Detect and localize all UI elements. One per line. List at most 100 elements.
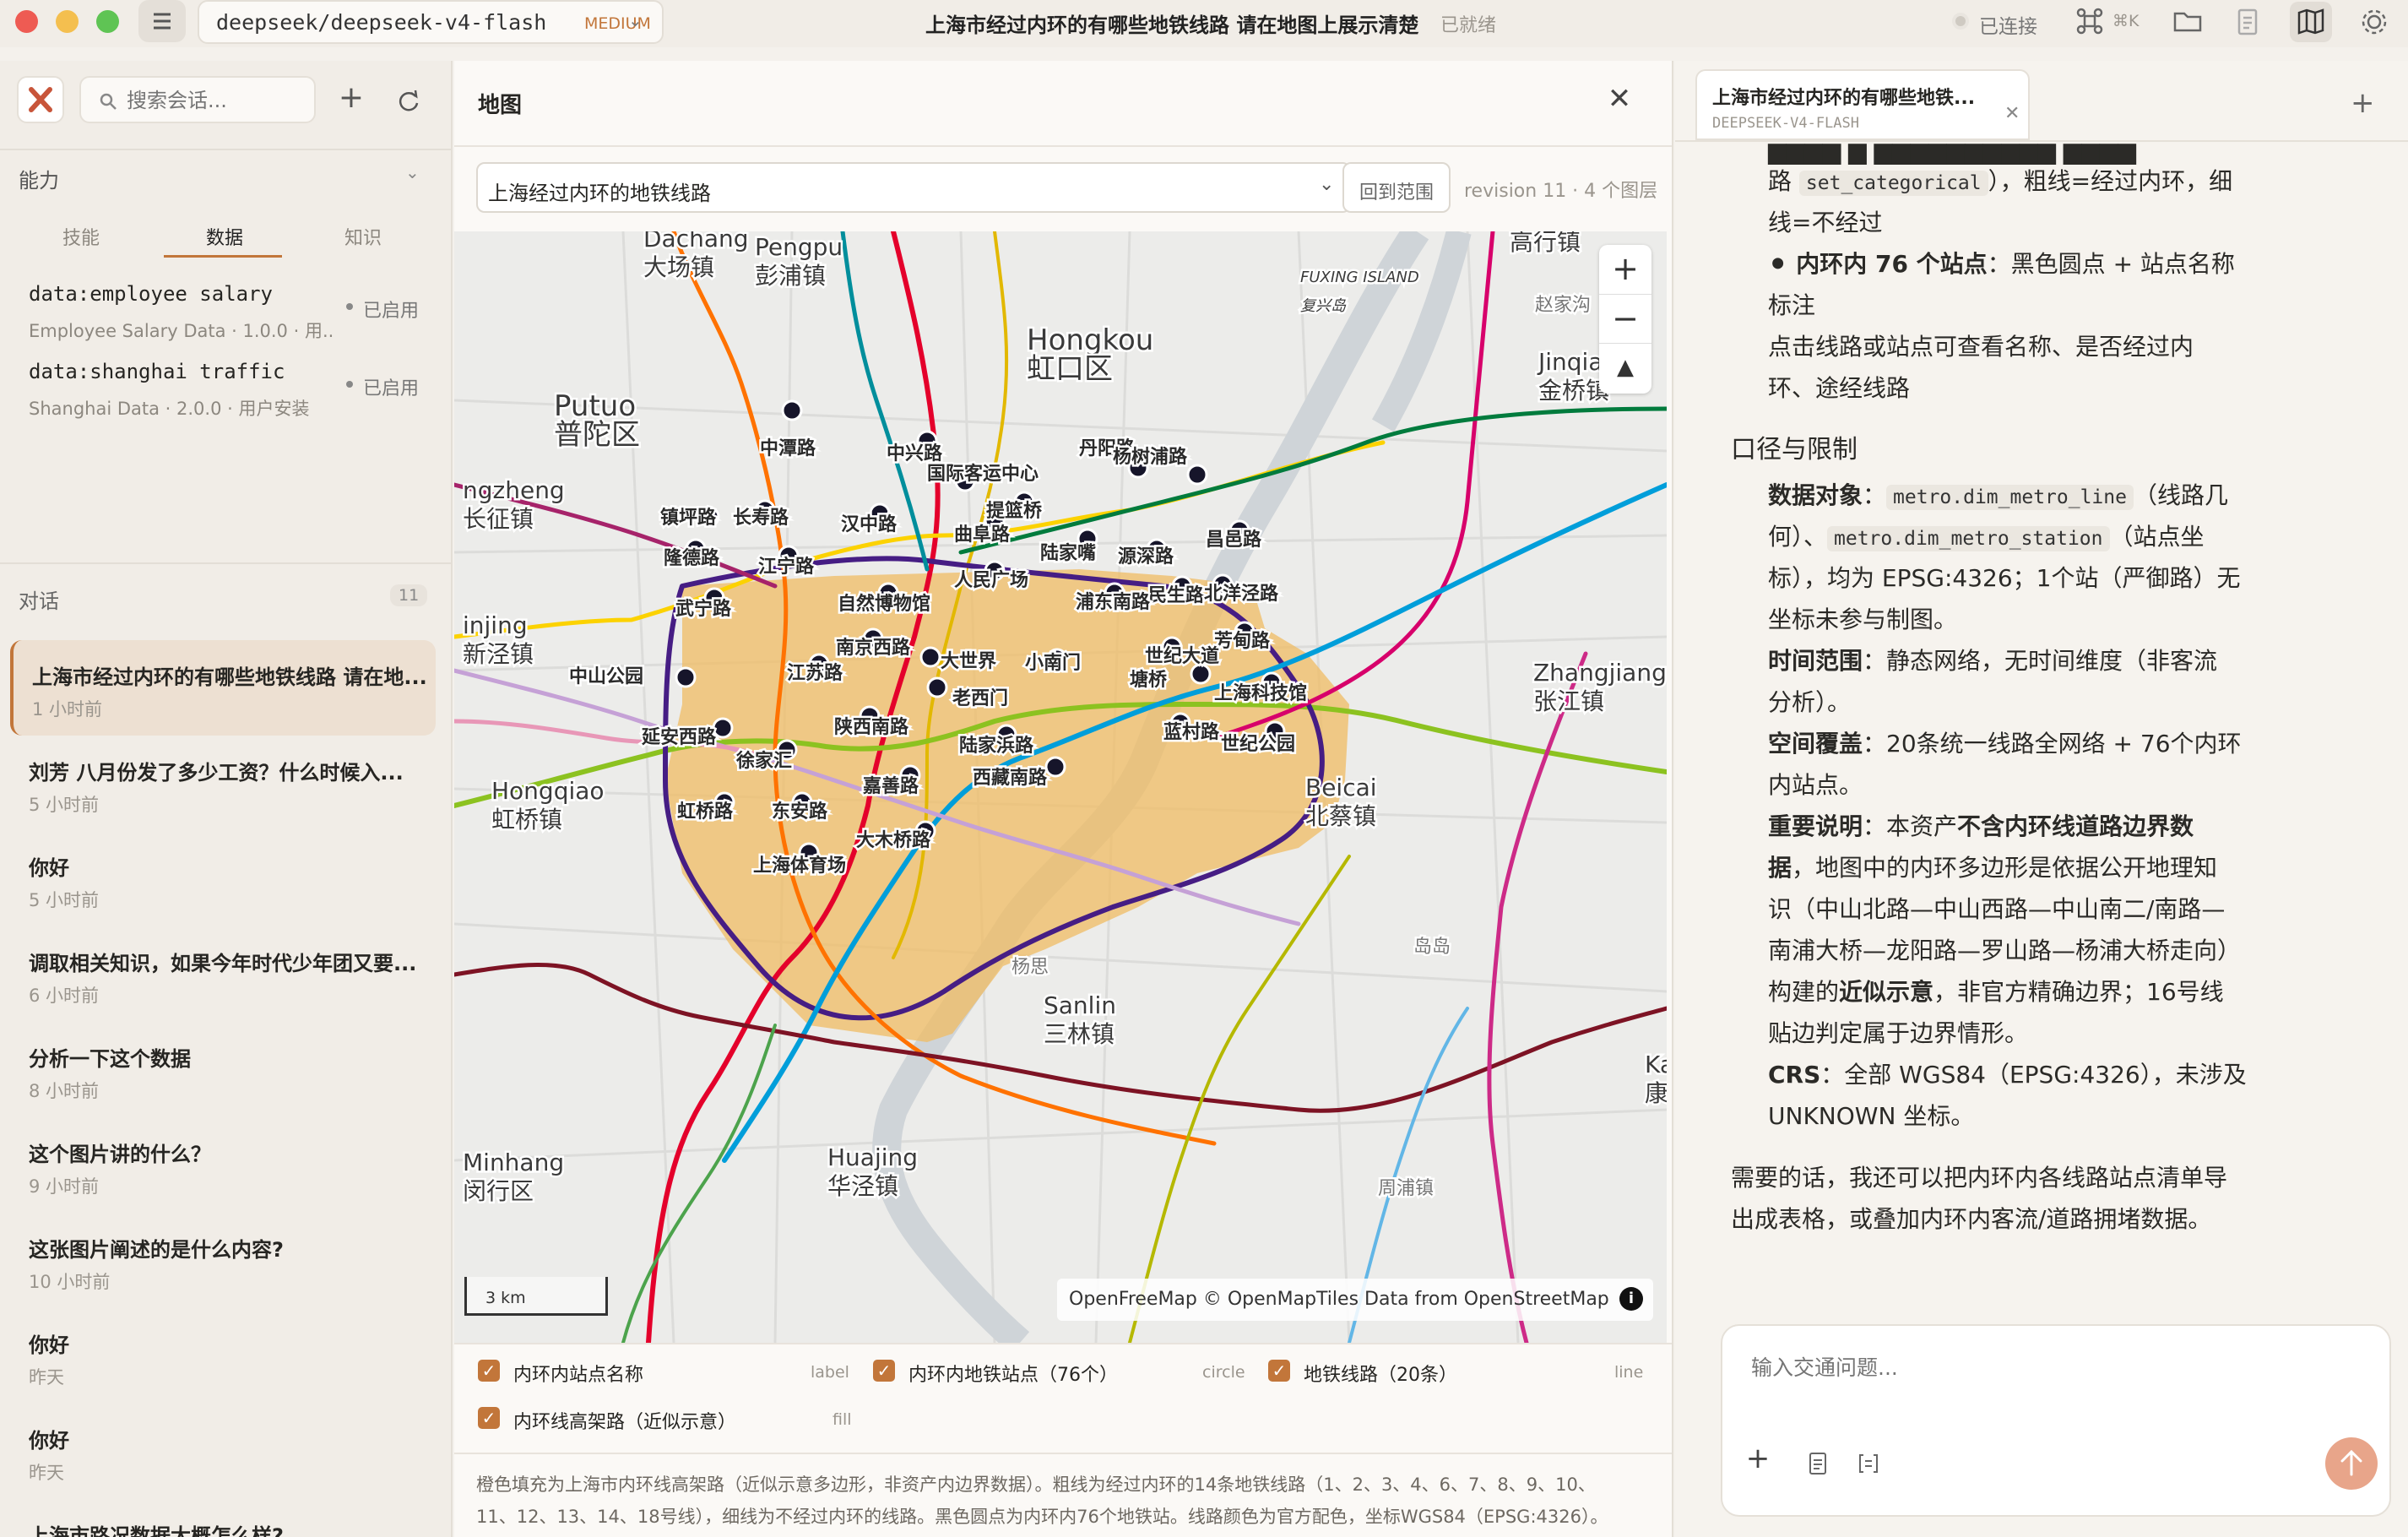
place-name-zh: 赵家沟 (1535, 295, 1591, 316)
chat-tab[interactable]: 上海市经过内环的有哪些地铁... DEEPSEEK-V4-FLASH ✕ (1695, 69, 2030, 140)
data-item[interactable]: data:shanghai traffic Shanghai Data · 2.… (0, 350, 451, 427)
search-input[interactable] (127, 86, 304, 115)
document-icon[interactable] (1805, 1451, 1830, 1476)
conversation-item[interactable]: 你好 昨天 (10, 1404, 436, 1499)
station-label: 昌邑路 (1206, 529, 1262, 551)
message-line: ⚫ 内环内 76 个站点：黑色圆点 + 站点名称 (1768, 250, 2235, 278)
layer-checkbox[interactable]: ✓ (1268, 1360, 1290, 1382)
message-line: UNKNOWN 坐标。 (1768, 1102, 1975, 1130)
conversation-item[interactable]: 你好 昨天 (10, 1308, 436, 1404)
revision-info: revision 11 · 4 个图层 (1464, 181, 1658, 202)
station-marker[interactable] (675, 666, 697, 688)
new-tab-button[interactable]: + (2351, 86, 2375, 120)
map-view-button[interactable] (2290, 2, 2332, 42)
conversation-item[interactable]: 你好 5 小时前 (10, 831, 436, 926)
conversation-title: 刘芳 八月份发了多少工资？什么时候入... (29, 761, 404, 785)
station-label: 嘉善路 (863, 775, 919, 797)
chat-input[interactable] (1751, 1351, 2359, 1402)
place-name-zh: 虹口区 (1027, 352, 1113, 386)
map-panel: 地图 ✕ 上海经过内环的地铁线路 ⌄ 回到范围 revision 11 · 4 … (454, 61, 1673, 1537)
station-marker[interactable] (1186, 464, 1208, 486)
conversation-time: 5 小时前 (29, 795, 100, 815)
place-name-zh: 华泾镇 (827, 1172, 898, 1200)
conversation-item[interactable]: 分析一下这个数据 8 小时前 (10, 1022, 436, 1117)
tab-data[interactable]: 数据 (206, 223, 243, 250)
conversation-item[interactable]: 刘芳 八月份发了多少工资？什么时候入... 5 小时前 (10, 736, 436, 831)
message-line: 分析）。 (1768, 688, 1852, 716)
layer-type: label (811, 1363, 849, 1382)
model-selector[interactable]: deepseek/deepseek-v4-flash MEDIUM ⌄ (198, 0, 664, 44)
connection-status: 已连接 (1979, 16, 2037, 38)
conversation-item[interactable]: 调取相关知识，如果今年时代少年团又要... 6 小时前 (10, 926, 436, 1022)
station-marker[interactable] (926, 676, 948, 698)
station-marker[interactable] (919, 646, 941, 668)
layer-checkbox[interactable]: ✓ (873, 1360, 895, 1382)
maximize-window-button[interactable] (96, 10, 119, 33)
message-line: 重要说明：本资产不含内环线道路边界数 (1768, 812, 2194, 840)
layer-select[interactable]: 上海经过内环的地铁线路 ⌄ (476, 162, 1351, 213)
new-conversation-button[interactable]: + (333, 81, 370, 118)
layer-type: line (1614, 1363, 1644, 1382)
document-icon[interactable] (2234, 7, 2261, 37)
map-canvas[interactable]: 中潭路 中兴路 国际客运中心 丹阳路 杨树浦路 提篮桥 镇坪路 长寿路 汉中路 曲阜路 陆家嘴 源深路… (454, 231, 1667, 1343)
conversation-time: 昨天 (29, 1463, 64, 1483)
command-palette-icon[interactable] (2074, 5, 2106, 37)
place-name-zh: 高行镇 (1510, 231, 1581, 256)
place-name-en: Beicai (1305, 774, 1377, 801)
message-line: 线=不经过 (1768, 209, 1883, 236)
zoom-out-button[interactable]: − (1599, 294, 1651, 343)
search-box[interactable] (79, 76, 316, 123)
sidebar-toggle-button[interactable] (138, 0, 186, 42)
message-line: 出成表格，或叠加内环内客流/道路拥堵数据。 (1731, 1205, 2212, 1233)
station-marker[interactable] (781, 399, 803, 421)
conversation-item[interactable]: 这个图片讲的什么？ 9 小时前 (10, 1117, 436, 1213)
data-item-title: data:employee salary (29, 282, 273, 306)
layer-checkbox[interactable]: ✓ (478, 1360, 500, 1382)
station-label: 中山公园 (569, 666, 643, 687)
info-icon[interactable]: i (1619, 1287, 1643, 1311)
close-panel-button[interactable]: ✕ (1603, 83, 1636, 117)
reset-extent-label: 回到范围 (1359, 182, 1434, 204)
compass-button[interactable]: ▲ (1599, 343, 1651, 392)
attach-button[interactable]: + (1743, 1444, 1773, 1475)
conversation-time: 6 小时前 (29, 986, 100, 1006)
section-heading: 口径与限制 (1731, 435, 1858, 464)
layer-type: fill (832, 1410, 852, 1429)
reset-extent-button[interactable]: 回到范围 (1342, 162, 1451, 213)
folder-icon[interactable] (2172, 7, 2204, 35)
station-label: 浦东南路 (1076, 591, 1151, 613)
station-marker[interactable] (712, 717, 734, 739)
tab-skills[interactable]: 技能 (62, 223, 100, 250)
minimize-window-button[interactable] (56, 10, 79, 33)
place-name-zh: 普陀区 (554, 418, 640, 452)
data-item[interactable]: data:employee salary Employee Salary Dat… (0, 272, 451, 350)
conversation-item[interactable]: 这张图片阐述的是什么内容? 10 小时前 (10, 1213, 436, 1308)
layer-checkbox[interactable]: ✓ (478, 1407, 500, 1429)
status-dot-icon (346, 303, 353, 310)
layer-name: 内环线高架路（近似示意） (513, 1412, 737, 1433)
bracket-icon[interactable] (1856, 1451, 1881, 1476)
close-tab-icon[interactable]: ✕ (2004, 103, 2020, 124)
conversation-item-active[interactable]: 上海市经过内环的有哪些地铁线路 请在地... 1 小时前 (10, 640, 436, 736)
message-line: 标），均为 EPSG:4326；1个站（严御路）无 (1768, 564, 2241, 592)
conversation-title: 调取相关知识，如果今年时代少年团又要... (29, 952, 417, 975)
active-tab-indicator (164, 255, 282, 258)
zoom-in-button[interactable]: + (1599, 245, 1651, 294)
close-window-button[interactable] (15, 10, 38, 33)
refresh-button[interactable] (388, 81, 426, 118)
map-caption: 橙色填充为上海市内环线高架路（近似示意多边形，非资产内边界数据）。粗线为经过内环… (476, 1475, 1596, 1495)
metro-map[interactable]: 中潭路 中兴路国际客运中心丹阳路杨树浦路提篮桥镇坪路 长寿路 汉中路 曲阜路陆家嘴 源深路… (454, 231, 1667, 1343)
title-bar: deepseek/deepseek-v4-flash MEDIUM ⌄ 上海市经… (0, 0, 2408, 47)
station-label: 老西门 (952, 687, 1008, 709)
conversation-count-badge: 11 (390, 584, 428, 606)
station-label: 芳甸路 (1214, 630, 1271, 652)
chevron-down-icon[interactable]: ⌄ (405, 162, 420, 182)
station-marker[interactable] (1044, 756, 1066, 778)
send-button[interactable] (2325, 1437, 2378, 1490)
tab-knowledge[interactable]: 知识 (344, 223, 382, 250)
station-marker[interactable] (1190, 663, 1212, 685)
station-label: 隆德路 (664, 547, 720, 569)
shortcut-hint: ⌘K (2112, 12, 2140, 30)
settings-icon[interactable] (2357, 5, 2391, 39)
conversation-item[interactable]: 上海市路况数据大概怎么样? (10, 1499, 436, 1537)
